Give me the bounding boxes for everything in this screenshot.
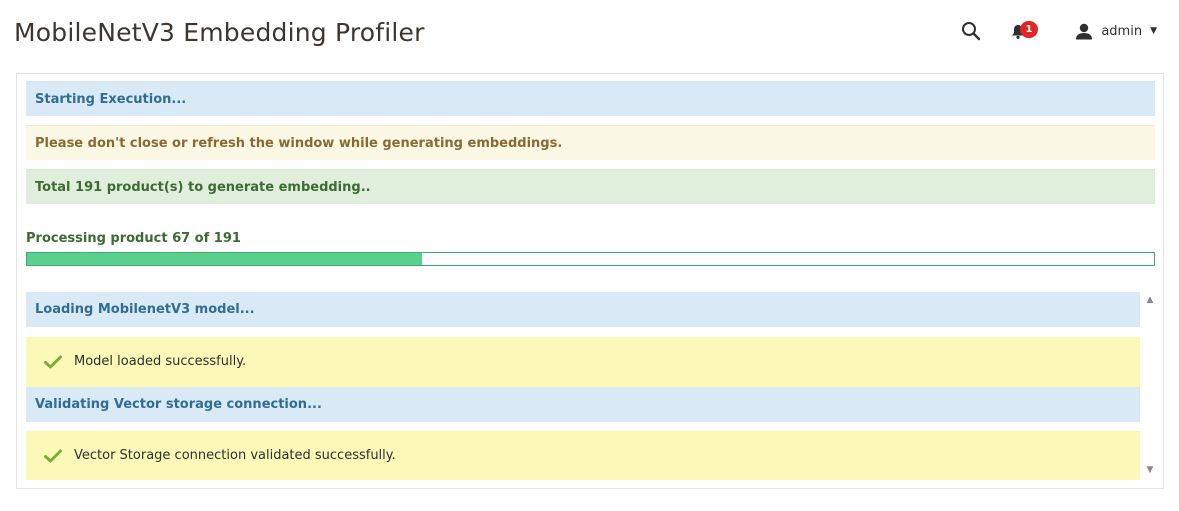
log-item-model-loaded: Model loaded successfully. xyxy=(26,337,1140,387)
header-actions: 1 admin ▼ xyxy=(937,18,1157,44)
log-item-loading-model: Loading MobilenetV3 model... xyxy=(26,292,1140,327)
message-total-products: Total 191 product(s) to generate embeddi… xyxy=(26,169,1155,204)
progress-bar-fill xyxy=(27,253,423,265)
scroll-down-arrow[interactable]: ▼ xyxy=(1144,464,1156,476)
progress-bar xyxy=(26,252,1155,266)
user-name: admin xyxy=(1101,23,1143,39)
scroll-up-arrow[interactable]: ▲ xyxy=(1144,294,1156,306)
log-item-storage-validated: Vector Storage connection validated succ… xyxy=(26,431,1140,480)
log-list[interactable]: Loading MobilenetV3 model... Model loade… xyxy=(26,292,1156,480)
search-button[interactable] xyxy=(959,18,983,44)
embedding-progress-panel: Starting Execution... Please don't close… xyxy=(16,73,1164,489)
log-item-text: Model loaded successfully. xyxy=(74,354,247,369)
page-title: MobileNetV3 Embedding Profiler xyxy=(14,18,425,47)
user-menu[interactable]: admin ▼ xyxy=(1075,18,1157,44)
user-icon xyxy=(1076,23,1093,39)
log-item-validating-storage: Validating Vector storage connection... xyxy=(26,387,1140,422)
progress-label: Processing product 67 of 191 xyxy=(26,231,241,246)
check-icon xyxy=(44,449,62,463)
caret-down-icon: ▼ xyxy=(1150,26,1157,36)
notifications-button[interactable]: 1 xyxy=(1009,18,1039,44)
log-item-text: Vector Storage connection validated succ… xyxy=(74,448,396,463)
notification-count-badge: 1 xyxy=(1020,21,1038,38)
message-starting-execution: Starting Execution... xyxy=(26,81,1155,116)
search-icon xyxy=(962,22,981,41)
message-do-not-close-warning: Please don't close or refresh the window… xyxy=(26,125,1155,160)
check-icon xyxy=(44,355,62,369)
